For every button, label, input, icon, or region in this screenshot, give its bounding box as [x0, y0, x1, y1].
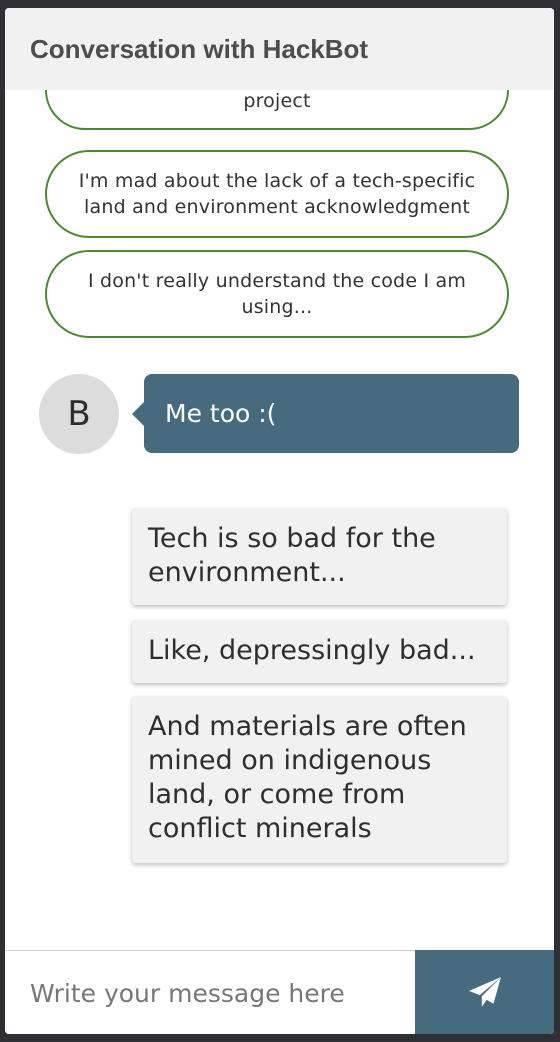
paper-plane-icon: [468, 976, 502, 1010]
reply-option[interactable]: project: [45, 90, 509, 130]
bot-message-text: Tech is so bad for the environment...: [148, 523, 436, 588]
avatar: B: [39, 374, 119, 454]
bot-message-bubble: Tech is so bad for the environment...: [132, 508, 507, 605]
composer: [5, 950, 554, 1034]
reply-option-label: project: [243, 90, 311, 112]
chat-window: Conversation with HackBot project I'm ma…: [5, 8, 554, 1034]
reply-option[interactable]: I don't really understand the code I am …: [45, 250, 509, 338]
bot-message-bubble: And materials are often mined on indigen…: [132, 696, 507, 863]
bot-message-bubble: Like, depressingly bad...: [132, 620, 507, 683]
bot-message-text: And materials are often mined on indigen…: [148, 711, 467, 844]
user-message-text: Me too :(: [165, 399, 277, 428]
chat-header: Conversation with HackBot: [5, 8, 554, 90]
message-list[interactable]: project I'm mad about the lack of a tech…: [5, 90, 554, 950]
send-button[interactable]: [415, 950, 554, 1034]
message-input[interactable]: [5, 951, 415, 1034]
user-message-bubble: Me too :(: [132, 374, 519, 453]
bot-message-text: Like, depressingly bad...: [148, 635, 476, 666]
reply-option-label: I'm mad about the lack of a tech-specifi…: [78, 170, 476, 218]
reply-option-label: I don't really understand the code I am …: [87, 270, 467, 318]
reply-option[interactable]: I'm mad about the lack of a tech-specifi…: [45, 150, 509, 238]
page-title: Conversation with HackBot: [30, 34, 369, 64]
